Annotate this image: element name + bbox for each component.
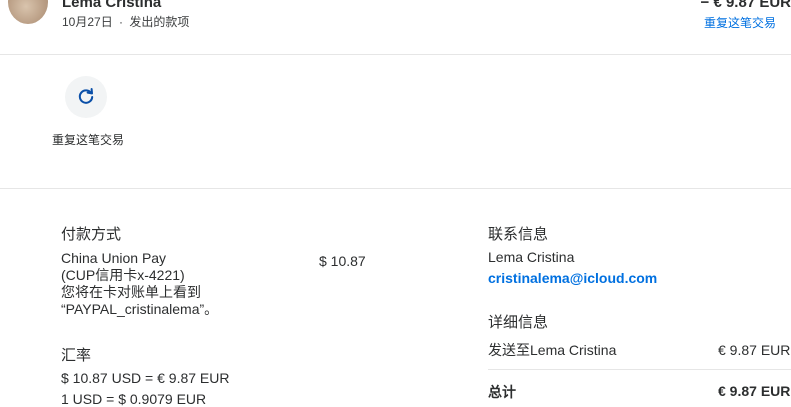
statement-note: 您将在卡对账单上看到 xyxy=(61,284,201,300)
total-amount: € 9.87 EUR xyxy=(718,383,791,399)
contact-heading: 联系信息 xyxy=(488,226,549,243)
transaction-type: 发出的款项 xyxy=(129,15,190,29)
divider xyxy=(0,188,791,189)
avatar xyxy=(8,0,48,24)
refresh-icon xyxy=(78,88,94,104)
details-heading: 详细信息 xyxy=(488,314,549,331)
counterparty-name: Lema Cristina xyxy=(62,0,162,11)
transaction-subline: 10月27日 · 发出的款项 xyxy=(62,13,189,30)
sent-to-amount: € 9.87 EUR xyxy=(718,342,791,358)
contact-email-link[interactable]: cristinalema@icloud.com xyxy=(488,270,657,286)
repeat-transaction-label: 重复这笔交易 xyxy=(51,133,124,147)
payment-method-name: China Union Pay xyxy=(61,250,167,266)
payment-amount: $ 10.87 xyxy=(319,253,366,269)
payment-card: (CUP信用卡x-4221) xyxy=(61,267,185,283)
divider xyxy=(0,54,791,55)
total-label: 总计 xyxy=(488,384,516,400)
payment-method-heading: 付款方式 xyxy=(61,226,122,243)
exchange-rate-heading: 汇率 xyxy=(61,347,92,364)
statement-descriptor: “PAYPAL_cristinalema”。 xyxy=(61,301,219,317)
repeat-transaction-link[interactable]: 重复这笔交易 xyxy=(704,14,776,31)
contact-name: Lema Cristina xyxy=(488,249,575,265)
details-divider xyxy=(488,369,791,370)
transaction-amount: − € 9.87 EUR xyxy=(700,0,791,11)
transaction-date: 10月27日 xyxy=(62,15,113,29)
subline-separator: · xyxy=(119,15,124,29)
exchange-rate-line: $ 10.87 USD = € 9.87 EUR xyxy=(61,370,230,386)
sent-to-label: 发送至Lema Cristina xyxy=(488,342,617,358)
repeat-transaction-button[interactable] xyxy=(65,76,107,118)
payment-method-details: China Union Pay (CUP信用卡x-4221) 您将在卡对账单上看… xyxy=(61,250,218,318)
